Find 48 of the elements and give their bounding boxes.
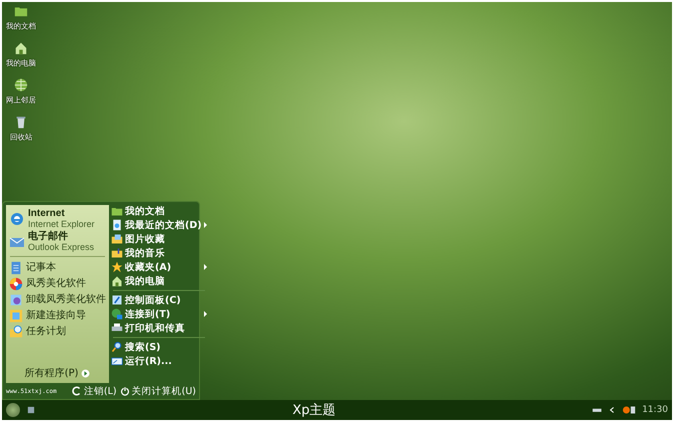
recent-program[interactable]: 卸载凤秀美化软件 xyxy=(6,292,109,308)
window-icon xyxy=(26,405,36,415)
document-icon xyxy=(111,219,123,231)
places-item[interactable]: 控制面板(C) xyxy=(111,293,207,307)
colorful-ball-icon xyxy=(9,277,23,291)
search-icon xyxy=(111,341,123,353)
logoff-icon xyxy=(72,386,82,396)
network-globe-icon xyxy=(111,308,123,320)
recycle-bin-icon xyxy=(14,115,28,129)
notepad-icon xyxy=(9,261,23,275)
recent-program[interactable]: 新建连接向导 xyxy=(6,308,109,324)
control-panel-icon xyxy=(111,294,123,306)
places-item[interactable]: 我的音乐 xyxy=(111,246,207,260)
clock: 11:30 xyxy=(642,405,668,415)
places-item[interactable]: 打印机和传真 xyxy=(111,321,207,335)
recent-program[interactable]: 任务计划 xyxy=(6,324,109,340)
quick-launch-button[interactable] xyxy=(26,405,36,415)
show-hidden-icons-button[interactable] xyxy=(608,406,616,414)
e-logo-icon xyxy=(9,210,25,226)
shutdown-button[interactable]: 关闭计算机(U) xyxy=(120,384,196,398)
places-item[interactable]: 运行(R)... xyxy=(111,354,207,368)
printer-icon xyxy=(111,322,123,334)
logoff-button[interactable]: 注销(L) xyxy=(72,384,117,398)
picture-folder-icon xyxy=(111,233,123,245)
chevron-left-icon xyxy=(608,406,616,414)
pinned-program[interactable]: Internet Internet Explorer xyxy=(6,207,109,230)
recent-program[interactable]: 凤秀美化软件 xyxy=(6,276,109,292)
pinned-program[interactable]: 电子邮件 Outlook Express xyxy=(6,230,109,253)
places-item[interactable]: 连接到(T) xyxy=(111,307,207,321)
taskbar-caption: Xp主题 xyxy=(291,402,337,419)
start-button[interactable] xyxy=(6,403,20,417)
places-item[interactable]: 图片收藏 xyxy=(111,232,207,246)
places-item[interactable]: 我的文档 xyxy=(111,204,207,218)
house-icon xyxy=(14,41,28,55)
folder-icon xyxy=(111,205,123,217)
star-icon xyxy=(111,261,123,273)
power-icon xyxy=(120,386,130,396)
places-item[interactable]: 我最近的文档(D) xyxy=(111,218,207,232)
run-icon xyxy=(111,355,123,367)
places-item[interactable]: 搜索(S) xyxy=(111,340,207,354)
places-item[interactable]: 收藏夹(A) xyxy=(111,260,207,274)
globe-icon xyxy=(14,78,28,92)
places-item[interactable]: 我的电脑 xyxy=(111,274,207,288)
folder-clock-icon xyxy=(9,325,23,339)
recent-program[interactable]: 记事本 xyxy=(6,260,109,276)
house-icon xyxy=(111,275,123,287)
music-folder-icon xyxy=(111,247,123,259)
all-programs-button[interactable]: 所有程序(P) xyxy=(22,365,92,381)
